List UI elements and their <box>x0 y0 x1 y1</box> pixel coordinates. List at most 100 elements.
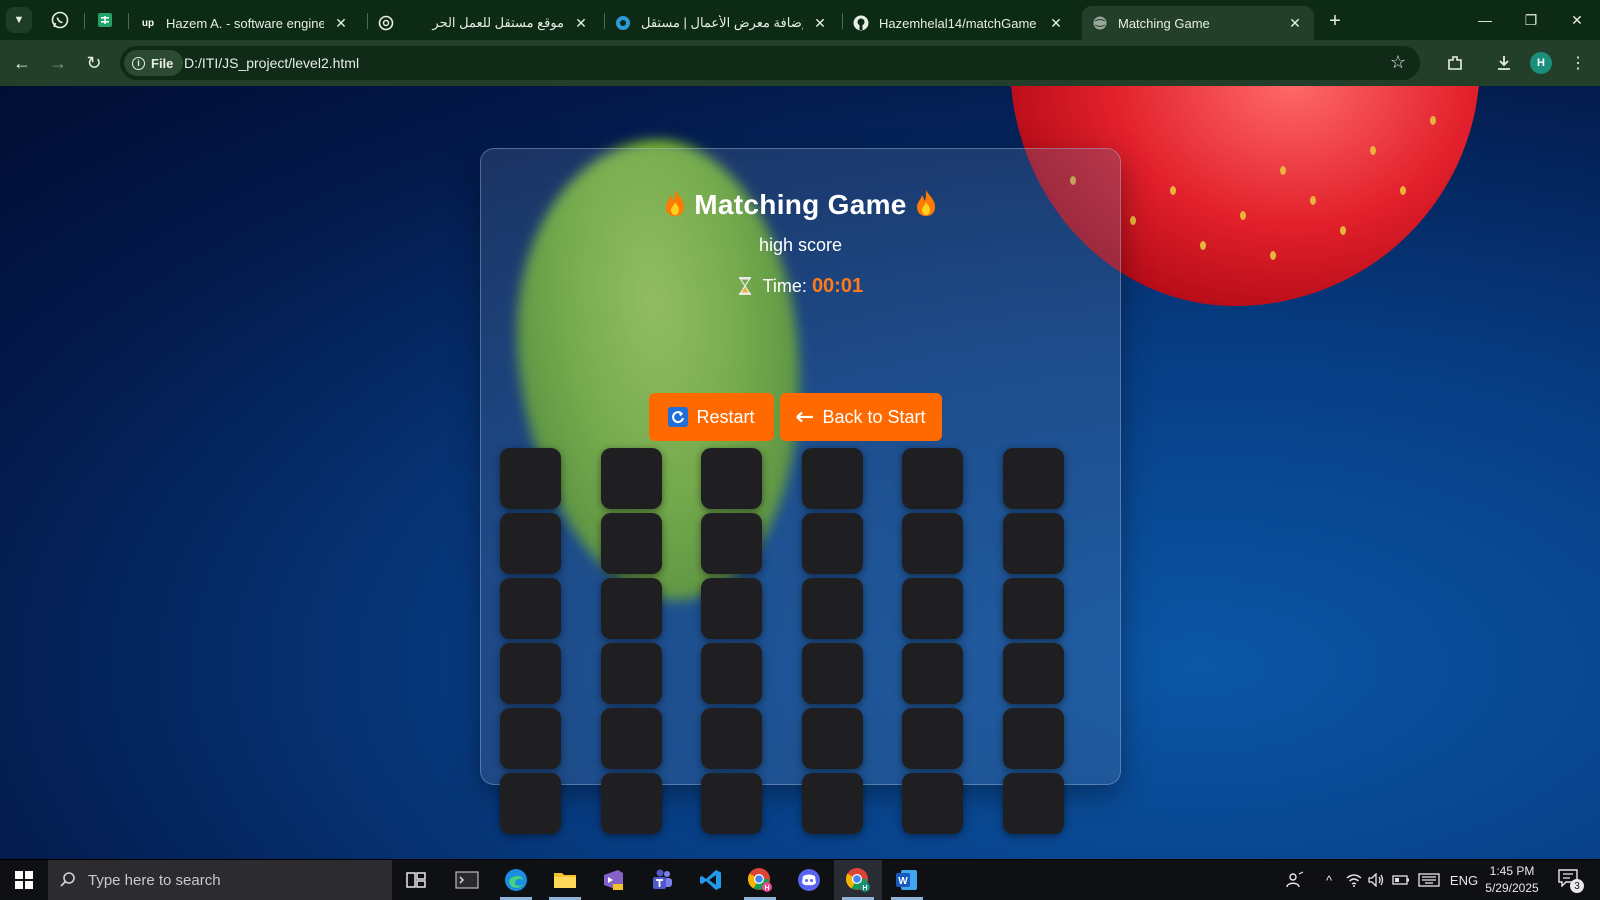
taskbar-app-chrome-active[interactable]: H <box>834 860 882 900</box>
memory-card[interactable] <box>802 708 863 769</box>
close-window-button[interactable]: ✕ <box>1554 0 1600 40</box>
menu-kebab-icon[interactable]: ⋮ <box>1566 51 1590 75</box>
memory-card[interactable] <box>500 643 561 704</box>
memory-card[interactable] <box>601 643 662 704</box>
memory-card[interactable] <box>500 773 561 834</box>
memory-card[interactable] <box>902 578 963 639</box>
memory-card[interactable] <box>701 578 762 639</box>
volume-icon[interactable] <box>1366 860 1386 900</box>
memory-card[interactable] <box>802 643 863 704</box>
memory-card[interactable] <box>601 578 662 639</box>
folder-icon <box>554 873 576 888</box>
page-background: Matching Game high score Time: 00:01 Res… <box>0 86 1600 859</box>
mostaql-icon <box>615 15 631 31</box>
pinned-tab-sheets[interactable] <box>93 8 117 32</box>
memory-card[interactable] <box>1003 578 1064 639</box>
memory-card[interactable] <box>500 513 561 574</box>
memory-card[interactable] <box>500 708 561 769</box>
back-button[interactable]: ← <box>8 49 36 77</box>
taskbar-app-edge[interactable] <box>492 860 540 900</box>
taskbar-search[interactable]: Type here to search <box>48 860 392 900</box>
memory-card[interactable] <box>701 773 762 834</box>
restore-button[interactable]: ❐ <box>1508 0 1554 40</box>
close-tab-icon[interactable]: ✕ <box>811 14 829 32</box>
tab-mostaql-portfolio[interactable]: إضافة معرض الأعمال | مستقل ✕ <box>605 6 839 40</box>
reload-icon: ↻ <box>86 52 102 73</box>
keyboard-icon[interactable] <box>1416 860 1442 900</box>
memory-card[interactable] <box>802 448 863 509</box>
memory-card[interactable] <box>902 708 963 769</box>
download-icon[interactable] <box>1492 51 1516 75</box>
memory-card[interactable] <box>1003 708 1064 769</box>
memory-card[interactable] <box>802 578 863 639</box>
forward-button[interactable]: → <box>44 49 72 77</box>
battery-icon[interactable] <box>1390 860 1412 900</box>
arrow-left-icon: ← <box>13 52 31 73</box>
url-text[interactable]: D:/ITI/JS_project/level2.html <box>184 55 359 71</box>
memory-card[interactable] <box>601 773 662 834</box>
windows-taskbar: Type here to search H H W ^ ENG 1:45 PM … <box>0 860 1600 900</box>
minimize-button[interactable]: — <box>1462 0 1508 40</box>
memory-card[interactable] <box>701 513 762 574</box>
memory-card[interactable] <box>902 643 963 704</box>
memory-card[interactable] <box>802 513 863 574</box>
memory-card[interactable] <box>701 448 762 509</box>
taskbar-app-file-explorer[interactable] <box>541 860 589 900</box>
memory-card[interactable] <box>601 448 662 509</box>
memory-card[interactable] <box>701 643 762 704</box>
close-tab-icon[interactable]: ✕ <box>332 14 350 32</box>
search-icon <box>48 871 88 889</box>
memory-card[interactable] <box>1003 643 1064 704</box>
memory-card[interactable] <box>902 448 963 509</box>
memory-card[interactable] <box>802 773 863 834</box>
close-tab-icon[interactable]: ✕ <box>1286 14 1304 32</box>
notification-center-button[interactable]: 3 <box>1558 869 1584 893</box>
new-tab-button[interactable]: + <box>1322 8 1348 34</box>
memory-card[interactable] <box>902 773 963 834</box>
start-button[interactable] <box>0 860 48 900</box>
taskbar-app-discord[interactable] <box>785 860 833 900</box>
back-to-start-button[interactable]: Back to Start <box>780 393 942 441</box>
browser-toolbar: ← → ↻ i File D:/ITI/JS_project/level2.ht… <box>0 40 1600 86</box>
memory-card[interactable] <box>500 578 561 639</box>
close-tab-icon[interactable]: ✕ <box>1047 14 1065 32</box>
memory-card[interactable] <box>500 448 561 509</box>
plus-icon: + <box>1329 9 1341 32</box>
wifi-icon[interactable] <box>1344 860 1364 900</box>
bookmark-star-icon[interactable]: ☆ <box>1390 52 1406 73</box>
people-icon[interactable] <box>1282 860 1308 900</box>
memory-card[interactable] <box>601 513 662 574</box>
globe-icon <box>1092 15 1108 31</box>
address-bar[interactable]: i File D:/ITI/JS_project/level2.html ☆ <box>120 46 1420 80</box>
tab-upwork[interactable]: up Hazem A. - software engineerin ✕ <box>130 6 360 40</box>
arrow-left-icon <box>796 411 814 423</box>
taskbar-app-teams[interactable] <box>638 860 686 900</box>
memory-card[interactable] <box>1003 448 1064 509</box>
system-clock[interactable]: 1:45 PM 5/29/2025 <box>1474 863 1550 897</box>
tab-mostaql-home[interactable]: موقع مستقل للعمل الحر ✕ <box>368 6 600 40</box>
memory-card[interactable] <box>902 513 963 574</box>
taskbar-app-word[interactable]: W <box>883 860 931 900</box>
restart-button[interactable]: Restart <box>649 393 774 441</box>
reload-button[interactable]: ↻ <box>80 49 108 77</box>
tab-strip: ▼ up Hazem A. - software engineerin ✕ مو… <box>0 0 1600 40</box>
task-view-button[interactable] <box>392 860 440 900</box>
memory-card[interactable] <box>601 708 662 769</box>
taskbar-app-vscode[interactable] <box>687 860 735 900</box>
tab-search-button[interactable]: ▼ <box>6 7 32 33</box>
site-info-chip[interactable]: i File <box>124 50 184 76</box>
extensions-icon[interactable] <box>1443 51 1467 75</box>
profile-avatar[interactable]: H <box>1530 52 1552 74</box>
taskbar-app-chrome[interactable]: H <box>736 860 784 900</box>
close-tab-icon[interactable]: ✕ <box>572 14 590 32</box>
tab-github[interactable]: Hazemhelal14/matchGame ✕ <box>843 6 1075 40</box>
taskbar-app-visual-studio[interactable] <box>589 860 637 900</box>
taskbar-app-terminal[interactable] <box>443 860 491 900</box>
tab-matching-game[interactable]: Matching Game ✕ <box>1082 6 1314 40</box>
memory-card[interactable] <box>701 708 762 769</box>
close-icon: ✕ <box>1571 11 1583 28</box>
chevron-up-icon[interactable]: ^ <box>1318 860 1340 900</box>
memory-card[interactable] <box>1003 773 1064 834</box>
memory-card[interactable] <box>1003 513 1064 574</box>
pinned-tab-whatsapp[interactable] <box>48 8 72 32</box>
